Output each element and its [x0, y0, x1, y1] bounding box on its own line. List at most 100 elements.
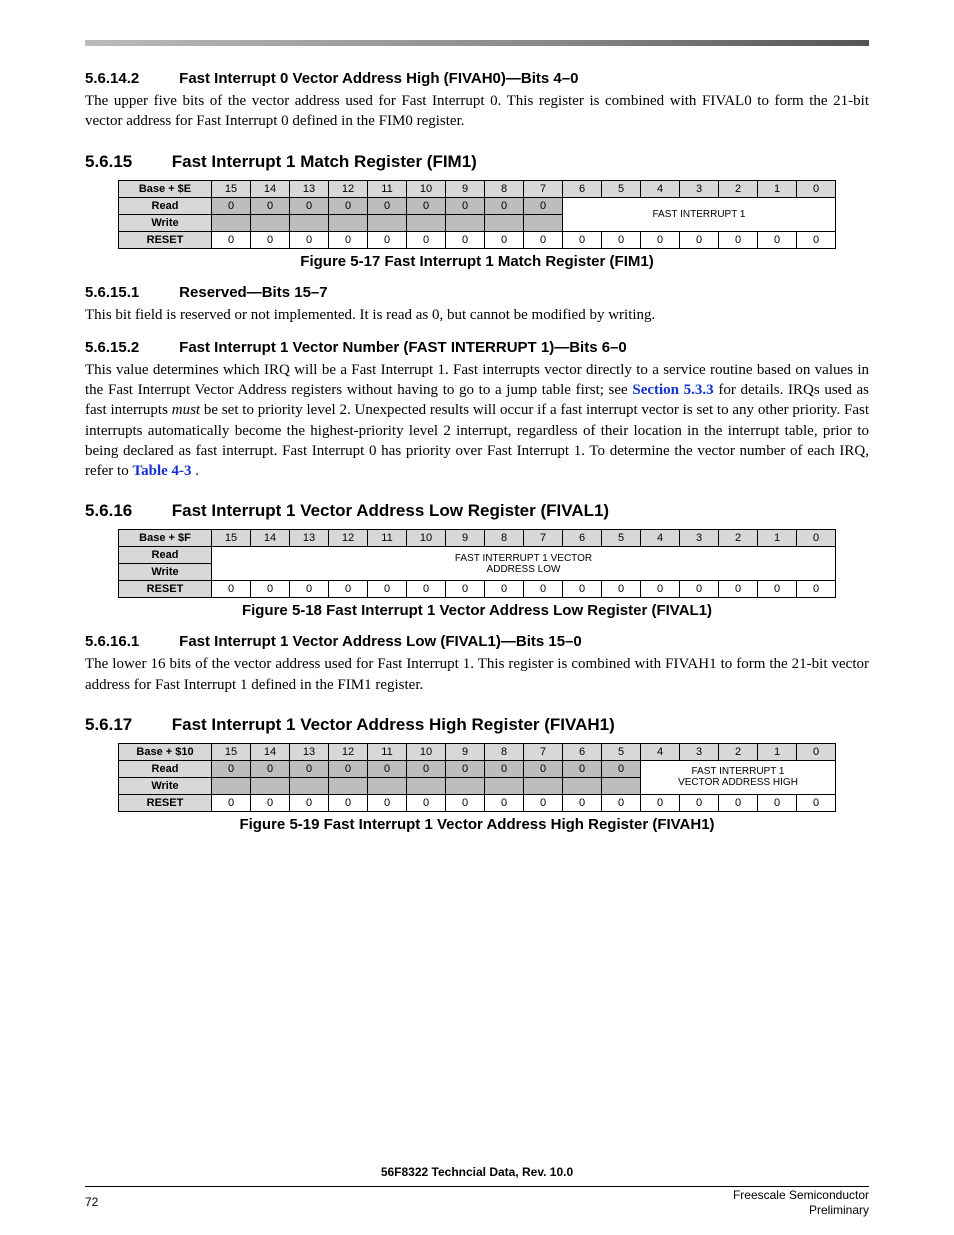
- heading-5-6-15-2: 5.6.15.2 Fast Interrupt 1 Vector Number …: [85, 339, 869, 356]
- bit-header: 5: [602, 180, 641, 197]
- reserved-cell: [212, 214, 251, 231]
- field-label-line2: ADDRESS LOW: [487, 564, 561, 575]
- reset-cell: 0: [212, 581, 251, 598]
- reset-cell: 0: [602, 231, 641, 248]
- reserved-cell: 0: [407, 760, 446, 777]
- paragraph: The lower 16 bits of the vector address …: [85, 654, 869, 695]
- reset-cell: 0: [602, 581, 641, 598]
- reset-label: RESET: [119, 581, 212, 598]
- base-label: Base + $F: [119, 530, 212, 547]
- read-label: Read: [119, 760, 212, 777]
- xref-table-4-3[interactable]: Table 4-3: [132, 463, 191, 479]
- reset-cell: 0: [602, 794, 641, 811]
- reserved-cell: [563, 777, 602, 794]
- reset-cell: 0: [290, 581, 329, 598]
- bit-header: 4: [641, 530, 680, 547]
- page: 5.6.14.2 Fast Interrupt 0 Vector Address…: [0, 0, 954, 1235]
- text: .: [195, 463, 199, 479]
- bit-header: 15: [212, 743, 251, 760]
- reset-cell: 0: [719, 231, 758, 248]
- bit-header: 3: [680, 743, 719, 760]
- section-title: Fast Interrupt 1 Vector Number (FAST INT…: [179, 339, 627, 356]
- reserved-cell: 0: [446, 760, 485, 777]
- reset-cell: 0: [446, 794, 485, 811]
- reserved-cell: 0: [524, 760, 563, 777]
- reset-cell: 0: [485, 231, 524, 248]
- write-label: Write: [119, 564, 212, 581]
- footer-status: Preliminary: [809, 1203, 869, 1217]
- reserved-cell: 0: [602, 760, 641, 777]
- reserved-cell: 0: [290, 760, 329, 777]
- xref-section-5-3-3[interactable]: Section 5.3.3: [632, 382, 713, 398]
- section-title: Fast Interrupt 0 Vector Address High (FI…: [179, 70, 578, 87]
- reset-cell: 0: [368, 231, 407, 248]
- section-title: Fast Interrupt 1 Vector Address Low (FIV…: [179, 633, 582, 650]
- reset-cell: 0: [797, 231, 836, 248]
- bit-header: 10: [407, 530, 446, 547]
- footer-company-name: Freescale Semiconductor: [733, 1188, 869, 1202]
- bit-header: 12: [329, 180, 368, 197]
- table-row: Read FAST INTERRUPT 1 VECTOR ADDRESS LOW: [119, 547, 836, 564]
- reset-cell: 0: [758, 231, 797, 248]
- bit-header: 8: [485, 530, 524, 547]
- field-label: FAST INTERRUPT 1 VECTOR ADDRESS HIGH: [641, 760, 836, 794]
- reserved-cell: [485, 777, 524, 794]
- reset-cell: 0: [758, 794, 797, 811]
- bit-header: 6: [563, 530, 602, 547]
- read-label: Read: [119, 197, 212, 214]
- table-row: RESET 0 0 0 0 0 0 0 0 0 0 0 0 0 0 0 0: [119, 794, 836, 811]
- reserved-cell: 0: [368, 760, 407, 777]
- bit-header: 3: [680, 180, 719, 197]
- reset-cell: 0: [563, 581, 602, 598]
- reset-cell: 0: [719, 581, 758, 598]
- reset-cell: 0: [524, 794, 563, 811]
- reserved-cell: [407, 777, 446, 794]
- field-label-line1: FAST INTERRUPT 1: [692, 766, 785, 777]
- bit-header: 1: [758, 743, 797, 760]
- reset-cell: 0: [290, 794, 329, 811]
- reserved-cell: 0: [563, 760, 602, 777]
- register-table-fim1: Base + $E 15 14 13 12 11 10 9 8 7 6 5 4 …: [118, 180, 836, 249]
- base-label: Base + $E: [119, 180, 212, 197]
- reset-cell: 0: [368, 581, 407, 598]
- footer-page-number: 72: [85, 1195, 98, 1209]
- section-title: Fast Interrupt 1 Match Register (FIM1): [172, 152, 477, 171]
- figure-caption: Figure 5-17 Fast Interrupt 1 Match Regis…: [85, 253, 869, 270]
- reset-cell: 0: [641, 794, 680, 811]
- reset-label: RESET: [119, 794, 212, 811]
- bit-header: 13: [290, 530, 329, 547]
- bit-header: 6: [563, 180, 602, 197]
- bit-header: 3: [680, 530, 719, 547]
- heading-5-6-15: 5.6.15 Fast Interrupt 1 Match Register (…: [85, 152, 869, 172]
- reset-cell: 0: [329, 581, 368, 598]
- section-number: 5.6.16.1: [85, 633, 175, 650]
- reset-cell: 0: [524, 231, 563, 248]
- section-title: Reserved—Bits 15–7: [179, 284, 327, 301]
- reserved-cell: 0: [290, 197, 329, 214]
- table-row: RESET 0 0 0 0 0 0 0 0 0 0 0 0 0 0 0 0: [119, 581, 836, 598]
- figure-caption: Figure 5-19 Fast Interrupt 1 Vector Addr…: [85, 816, 869, 833]
- register-table-fival1: Base + $F 15 14 13 12 11 10 9 8 7 6 5 4 …: [118, 529, 836, 598]
- bit-header: 1: [758, 180, 797, 197]
- paragraph: This bit field is reserved or not implem…: [85, 305, 869, 325]
- bit-header: 6: [563, 743, 602, 760]
- bit-header: 2: [719, 180, 758, 197]
- bit-header: 4: [641, 180, 680, 197]
- reserved-cell: [212, 777, 251, 794]
- read-label: Read: [119, 547, 212, 564]
- table-row: Read 0 0 0 0 0 0 0 0 0 0 0 FAST INTERRUP…: [119, 760, 836, 777]
- bit-header: 0: [797, 180, 836, 197]
- reserved-cell: 0: [446, 197, 485, 214]
- bit-header: 15: [212, 530, 251, 547]
- reset-cell: 0: [212, 231, 251, 248]
- reset-cell: 0: [329, 794, 368, 811]
- bit-header: 13: [290, 743, 329, 760]
- field-label: FAST INTERRUPT 1 VECTOR ADDRESS LOW: [212, 547, 836, 581]
- reserved-cell: [602, 777, 641, 794]
- reset-cell: 0: [485, 581, 524, 598]
- bit-header: 4: [641, 743, 680, 760]
- bit-header: 2: [719, 743, 758, 760]
- reserved-cell: [407, 214, 446, 231]
- table-row: Base + $E 15 14 13 12 11 10 9 8 7 6 5 4 …: [119, 180, 836, 197]
- reset-cell: 0: [719, 794, 758, 811]
